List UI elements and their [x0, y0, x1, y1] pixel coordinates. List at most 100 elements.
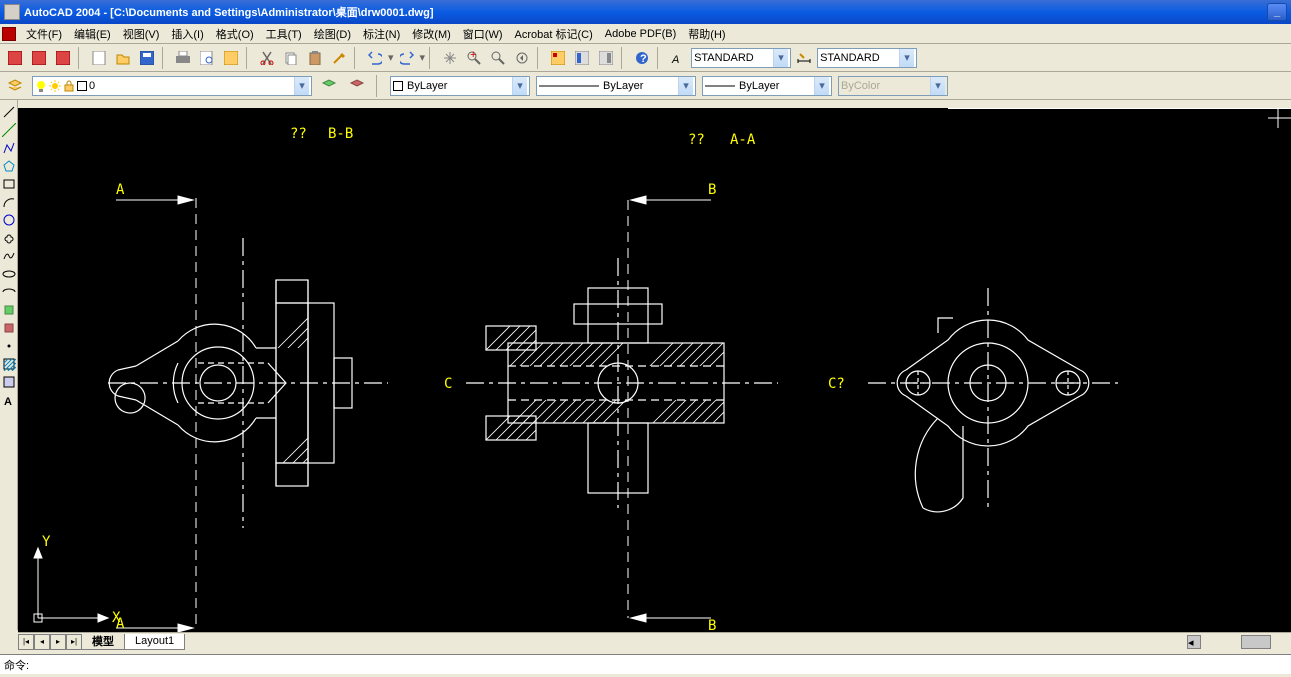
textstyle-icon[interactable]: A: [667, 47, 689, 69]
pdf-icon[interactable]: [4, 47, 26, 69]
pdf-attach-icon[interactable]: [52, 47, 74, 69]
zoom-realtime-icon[interactable]: +: [463, 47, 485, 69]
layer-manager-icon[interactable]: [4, 75, 26, 97]
xline-icon[interactable]: [1, 122, 17, 138]
tab-last-icon[interactable]: ▸|: [66, 634, 82, 650]
copy-icon[interactable]: [280, 47, 302, 69]
tab-first-icon[interactable]: |◂: [18, 634, 34, 650]
tab-layout1[interactable]: Layout1: [124, 634, 185, 650]
lineweight-dropdown[interactable]: ByLayer ▾: [702, 76, 832, 96]
preview-icon[interactable]: [196, 47, 218, 69]
scroll-left-icon[interactable]: ◂: [1187, 635, 1201, 649]
layer-toolbar: 0 ▾ ByLayer ▾ ByLayer ▾ ByLayer ▾ ByColo…: [0, 72, 1291, 100]
redo-icon[interactable]: [396, 47, 418, 69]
text-style-dropdown[interactable]: STANDARD▾: [691, 48, 791, 68]
open-icon[interactable]: [112, 47, 134, 69]
menu-tools[interactable]: 工具(T): [260, 24, 308, 44]
region-icon[interactable]: [1, 374, 17, 390]
layer-prev-icon[interactable]: [318, 75, 340, 97]
color-dropdown[interactable]: ByLayer ▾: [390, 76, 530, 96]
dim-style-dropdown[interactable]: STANDARD▾: [817, 48, 917, 68]
line-icon[interactable]: [1, 104, 17, 120]
properties-icon[interactable]: [547, 47, 569, 69]
undo-icon[interactable]: [364, 47, 386, 69]
section-aa-q: ??: [688, 132, 705, 148]
layout-tab-bar: |◂ ◂ ▸ ▸| 模型 Layout1 ◂: [18, 632, 1291, 650]
sun-icon: [49, 80, 61, 92]
section-a-top: A: [116, 182, 125, 198]
help-icon[interactable]: ?: [631, 47, 653, 69]
menu-edit[interactable]: 编辑(E): [68, 24, 117, 44]
pdf-export-icon[interactable]: [28, 47, 50, 69]
zoom-window-icon[interactable]: [487, 47, 509, 69]
revcloud-icon[interactable]: [1, 230, 17, 246]
layer-color-swatch: [77, 81, 87, 91]
section-a-bottom: A: [116, 616, 125, 632]
menu-dimension[interactable]: 标注(N): [357, 24, 406, 44]
horizontal-scrollbar[interactable]: ◂: [185, 635, 1291, 649]
menu-acrobat[interactable]: Acrobat 标记(C): [509, 24, 599, 44]
menu-adobe[interactable]: Adobe PDF(B): [599, 26, 683, 42]
menu-format[interactable]: 格式(O): [210, 24, 260, 44]
tab-prev-icon[interactable]: ◂: [34, 634, 50, 650]
menu-logo-icon: [2, 27, 16, 41]
section-b-bottom: B: [708, 618, 716, 632]
window-title: AutoCAD 2004 - [C:\Documents and Setting…: [24, 4, 434, 20]
minimize-button[interactable]: _: [1267, 3, 1287, 21]
drawing-area[interactable]: Y X ?? B-B ?? A-A A A B B C C?: [18, 108, 1291, 632]
label-c2: C?: [828, 376, 845, 392]
make-block-icon[interactable]: [1, 320, 17, 336]
polygon-icon[interactable]: [1, 158, 17, 174]
match-icon[interactable]: [328, 47, 350, 69]
designcenter-icon[interactable]: [571, 47, 593, 69]
tab-next-icon[interactable]: ▸: [50, 634, 66, 650]
scroll-thumb[interactable]: [1241, 635, 1271, 649]
print-icon[interactable]: [172, 47, 194, 69]
menu-file[interactable]: 文件(F): [20, 24, 68, 44]
pan-icon[interactable]: [439, 47, 461, 69]
menu-modify[interactable]: 修改(M): [406, 24, 457, 44]
cut-icon[interactable]: [256, 47, 278, 69]
publish-icon[interactable]: [220, 47, 242, 69]
section-bb-q: ??: [290, 126, 307, 142]
ucs-y-label: Y: [42, 534, 51, 550]
ellipse-arc-icon[interactable]: [1, 284, 17, 300]
new-icon[interactable]: [88, 47, 110, 69]
command-line[interactable]: 命令:: [0, 654, 1291, 674]
menu-help[interactable]: 帮助(H): [682, 24, 731, 44]
insert-block-icon[interactable]: [1, 302, 17, 318]
bulb-on-icon: [35, 80, 47, 92]
zoom-prev-icon[interactable]: [511, 47, 533, 69]
ellipse-icon[interactable]: [1, 266, 17, 282]
pline-icon[interactable]: [1, 140, 17, 156]
paste-icon[interactable]: [304, 47, 326, 69]
layer-dropdown[interactable]: 0 ▾: [32, 76, 312, 96]
app-icon: [4, 4, 20, 20]
arc-icon[interactable]: [1, 194, 17, 210]
rectangle-icon[interactable]: [1, 176, 17, 192]
linetype-preview: [539, 82, 599, 90]
menu-view[interactable]: 视图(V): [117, 24, 166, 44]
svg-text:A: A: [671, 54, 679, 65]
linetype-dropdown[interactable]: ByLayer ▾: [536, 76, 696, 96]
circle-icon[interactable]: [1, 212, 17, 228]
hatch-icon[interactable]: [1, 356, 17, 372]
spline-icon[interactable]: [1, 248, 17, 264]
toolpalette-icon[interactable]: [595, 47, 617, 69]
title-bar: AutoCAD 2004 - [C:\Documents and Setting…: [0, 0, 1291, 24]
linetype-value: ByLayer: [603, 80, 643, 92]
draw-toolbar: A: [0, 100, 18, 630]
layer-states-icon[interactable]: [346, 75, 368, 97]
tab-model[interactable]: 模型: [81, 634, 125, 650]
menu-insert[interactable]: 插入(I): [165, 24, 209, 44]
svg-text:+: +: [470, 51, 476, 61]
text-icon[interactable]: A: [1, 392, 17, 408]
plotstyle-dropdown: ByColor ▾: [838, 76, 948, 96]
label-c: C: [444, 376, 452, 392]
point-icon[interactable]: [1, 338, 17, 354]
dimstyle-icon[interactable]: [793, 47, 815, 69]
menu-window[interactable]: 窗口(W): [457, 24, 509, 44]
text-style-value: STANDARD: [694, 52, 754, 64]
menu-draw[interactable]: 绘图(D): [308, 24, 357, 44]
save-icon[interactable]: [136, 47, 158, 69]
